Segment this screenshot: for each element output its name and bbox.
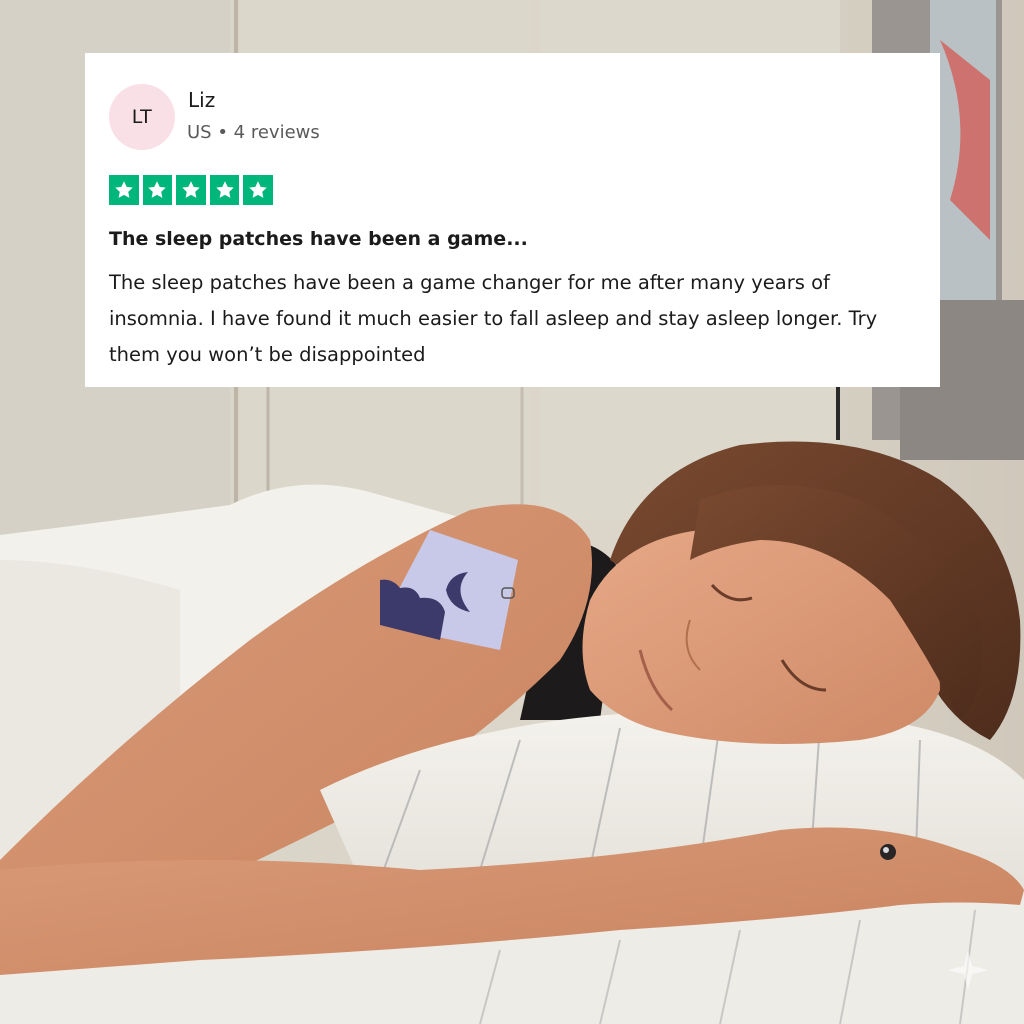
reviewer-meta: US • 4 reviews: [187, 122, 320, 143]
star-icon: [142, 175, 173, 205]
star-icon: [209, 175, 240, 205]
avatar-initials: LT: [131, 106, 153, 128]
avatar: LT: [109, 84, 175, 150]
star-icon: [176, 175, 206, 205]
star-icon: [109, 175, 139, 205]
review-card: LT Liz US • 4 reviews The sleep patches …: [85, 53, 940, 387]
review-body: The sleep patches have been a game chang…: [109, 271, 878, 366]
reviewer-name[interactable]: Liz: [188, 88, 215, 112]
star-rating: [109, 175, 273, 205]
review-title[interactable]: The sleep patches have been a game...: [109, 228, 528, 250]
star-icon: [243, 175, 273, 205]
